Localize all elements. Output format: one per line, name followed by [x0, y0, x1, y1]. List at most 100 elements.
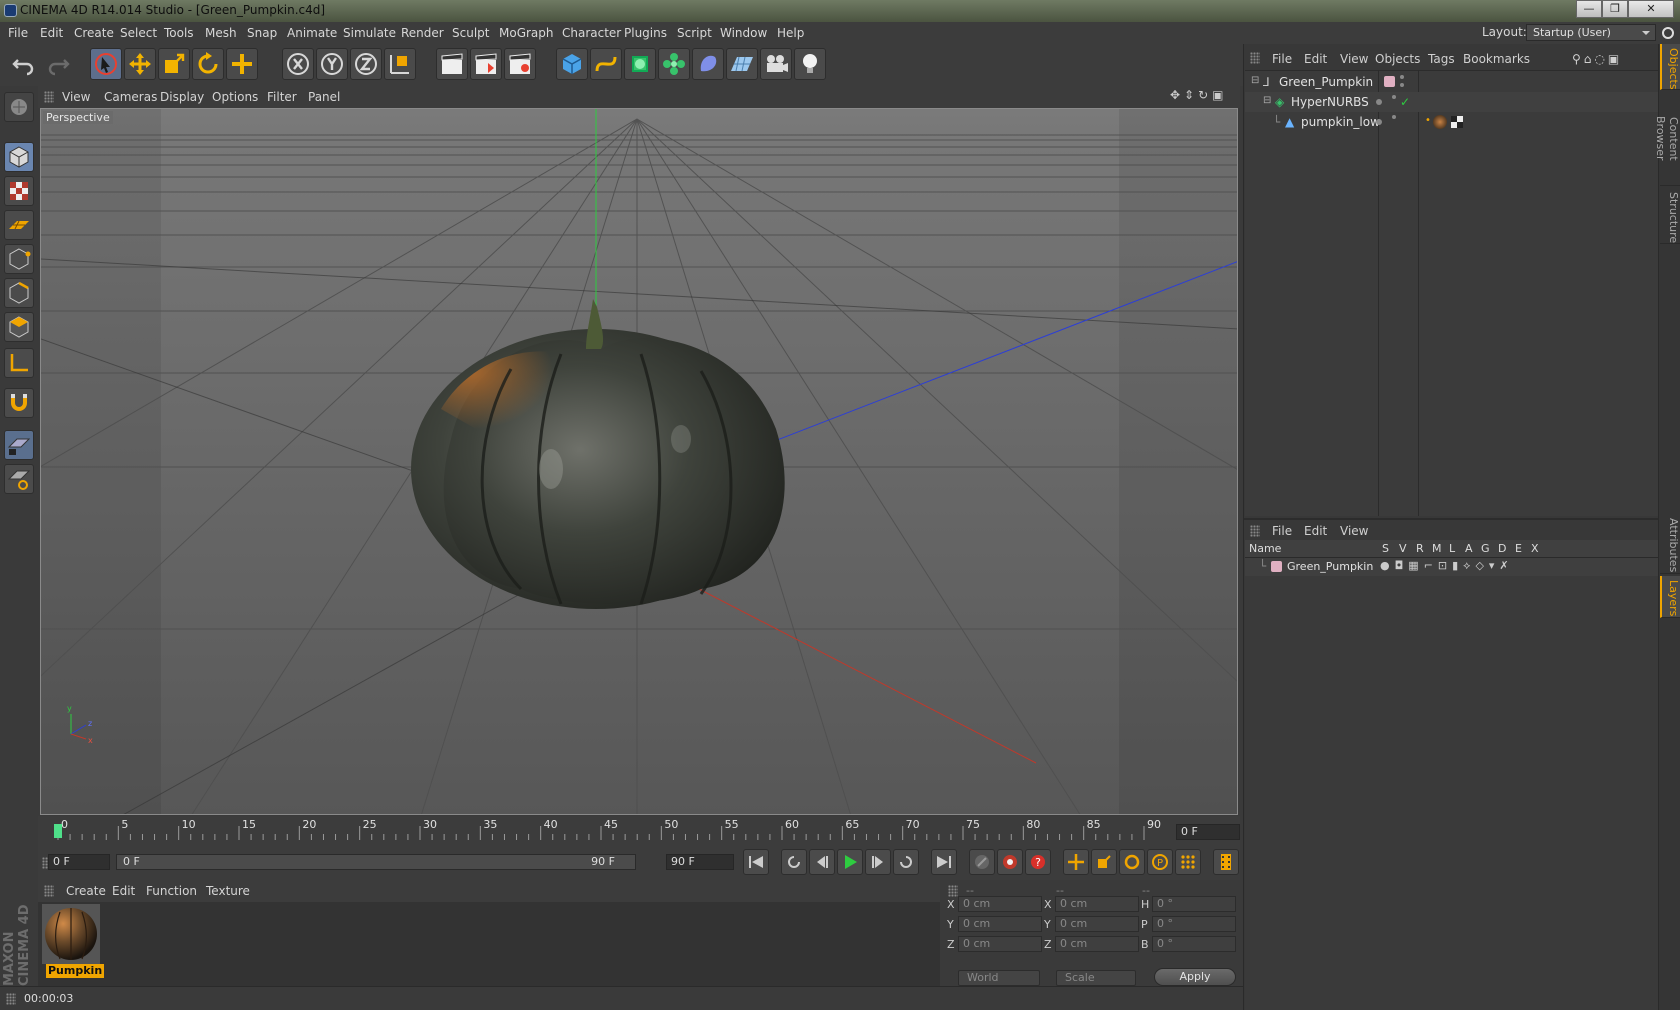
layer-color-swatch[interactable] [1271, 561, 1282, 572]
layer-menu-view[interactable]: View [1340, 524, 1368, 538]
record-button[interactable] [997, 849, 1023, 875]
menu-simulate[interactable]: Simulate [343, 26, 396, 40]
y-axis-lock-button[interactable] [316, 48, 348, 80]
layer-col-render[interactable]: R [1416, 542, 1424, 555]
menu-render[interactable]: Render [401, 26, 444, 40]
menu-mesh[interactable]: Mesh [205, 26, 237, 40]
add-nurbs-button[interactable] [624, 48, 656, 80]
add-floor-button[interactable] [726, 48, 758, 80]
size-field[interactable]: 0 cm [1055, 916, 1139, 932]
start-frame-field[interactable]: 0 F [48, 854, 110, 870]
position-field[interactable]: 0 cm [958, 916, 1042, 932]
layer-menu-edit[interactable]: Edit [1304, 524, 1327, 538]
coordinate-space-dropdown[interactable]: World [958, 970, 1040, 986]
polygons-mode-button[interactable] [4, 312, 34, 342]
frame-range-slider[interactable]: 0 F 90 F [116, 854, 636, 870]
tab-layers[interactable]: Layers [1660, 576, 1680, 618]
viewport-menu-filter[interactable]: Filter [267, 90, 297, 104]
render-settings-button[interactable] [504, 48, 536, 80]
previous-frame-button[interactable] [809, 849, 835, 875]
close-button[interactable]: ✕ [1628, 0, 1674, 18]
previous-key-button[interactable] [781, 849, 807, 875]
editor-visibility-dot[interactable] [1376, 119, 1382, 125]
object-menu-objects[interactable]: Objects [1375, 52, 1420, 66]
viewport-menu-options[interactable]: Options [212, 90, 258, 104]
key-scale-button[interactable] [1091, 849, 1117, 875]
material-grip-icon[interactable] [44, 885, 54, 897]
minimize-button[interactable]: — [1576, 0, 1602, 18]
menu-window[interactable]: Window [720, 26, 767, 40]
planar-workplane-button[interactable] [4, 464, 34, 494]
layer-col-manager[interactable]: M [1432, 542, 1442, 555]
menu-file[interactable]: File [8, 26, 28, 40]
menu-script[interactable]: Script [677, 26, 712, 40]
position-field[interactable]: 0 cm [958, 936, 1042, 952]
snap-button[interactable] [4, 388, 34, 418]
viewport-menu-view[interactable]: View [62, 90, 90, 104]
key-point-level-button[interactable] [1175, 849, 1201, 875]
key-parameter-button[interactable]: P [1147, 849, 1173, 875]
object-menu-view[interactable]: View [1340, 52, 1368, 66]
playhead-marker[interactable] [54, 824, 62, 838]
coordinate-system-button[interactable] [384, 48, 416, 80]
material-menu-create[interactable]: Create [66, 884, 106, 898]
undo-button[interactable] [8, 48, 40, 80]
object-row-pumpkin-low[interactable]: └ ▲ pumpkin_low • [1245, 112, 1658, 132]
add-deformer-button[interactable] [692, 48, 724, 80]
size-field[interactable]: 0 cm [1055, 936, 1139, 952]
viewport-menu-cameras[interactable]: Cameras [104, 90, 157, 104]
collapse-toggle-icon[interactable]: ⊟ [1263, 95, 1271, 106]
viewport-menu-display[interactable]: Display [160, 90, 204, 104]
layer-col-view[interactable]: V [1399, 542, 1407, 555]
object-manager-tool-icons[interactable]: ⚲⌂◌▣ [1572, 52, 1622, 66]
layer-col-name[interactable]: Name [1249, 542, 1281, 555]
object-row-green-pumpkin[interactable]: ⊟ ⅃ Green_Pumpkin [1245, 72, 1658, 92]
object-menu-file[interactable]: File [1272, 52, 1292, 66]
locked-workplane-button[interactable] [4, 430, 34, 460]
material-tag-icon[interactable] [1433, 115, 1447, 129]
layer-menu-file[interactable]: File [1272, 524, 1292, 538]
rotation-field[interactable]: 0 ° [1152, 936, 1236, 952]
viewport-navigation-icons[interactable]: ✥⇕↻▣ [1170, 88, 1228, 102]
current-frame-field[interactable]: 0 F [1176, 824, 1240, 840]
size-field[interactable]: 0 cm [1055, 896, 1139, 912]
rotation-field[interactable]: 0 ° [1152, 896, 1236, 912]
menu-help[interactable]: Help [777, 26, 804, 40]
layer-col-deformers[interactable]: D [1498, 542, 1506, 555]
panel-grip-icon[interactable] [44, 91, 54, 103]
phong-tag-icon[interactable]: • [1425, 115, 1431, 126]
make-editable-button[interactable] [4, 92, 34, 122]
apply-button[interactable]: Apply [1154, 968, 1236, 986]
material-item[interactable]: Pumpkin [42, 904, 104, 978]
menu-animate[interactable]: Animate [287, 26, 337, 40]
render-view-button[interactable] [436, 48, 468, 80]
layer-color-swatch[interactable] [1384, 76, 1395, 87]
material-menu-texture[interactable]: Texture [206, 884, 250, 898]
collapse-toggle-icon[interactable]: ⊟ [1251, 75, 1259, 86]
play-button[interactable] [837, 849, 863, 875]
layer-col-solo[interactable]: S [1382, 542, 1389, 555]
texture-mode-button[interactable] [4, 176, 34, 206]
layout-dropdown[interactable]: Startup (User) [1526, 24, 1656, 41]
menu-character[interactable]: Character [562, 26, 621, 40]
go-to-end-button[interactable] [931, 849, 957, 875]
coordinate-mode-dropdown[interactable]: Scale [1056, 970, 1136, 986]
recent-tool-button[interactable] [226, 48, 258, 80]
render-picture-viewer-button[interactable] [470, 48, 502, 80]
key-position-button[interactable] [1063, 849, 1089, 875]
layer-manager-grip-icon[interactable] [1250, 525, 1260, 537]
add-spline-button[interactable] [590, 48, 622, 80]
layer-col-expressions[interactable]: E [1515, 542, 1522, 555]
rotation-field[interactable]: 0 ° [1152, 916, 1236, 932]
x-axis-lock-button[interactable] [282, 48, 314, 80]
editor-visibility-dot[interactable] [1400, 75, 1404, 79]
model-mode-button[interactable] [4, 142, 34, 172]
add-cube-button[interactable] [556, 48, 588, 80]
add-light-button[interactable] [794, 48, 826, 80]
tab-objects[interactable]: Objects [1660, 44, 1680, 90]
search-icon[interactable] [1662, 27, 1674, 39]
end-frame-field[interactable]: 90 F [666, 854, 734, 870]
menu-create[interactable]: Create [74, 26, 114, 40]
key-rotation-button[interactable] [1119, 849, 1145, 875]
object-menu-bookmarks[interactable]: Bookmarks [1463, 52, 1530, 66]
